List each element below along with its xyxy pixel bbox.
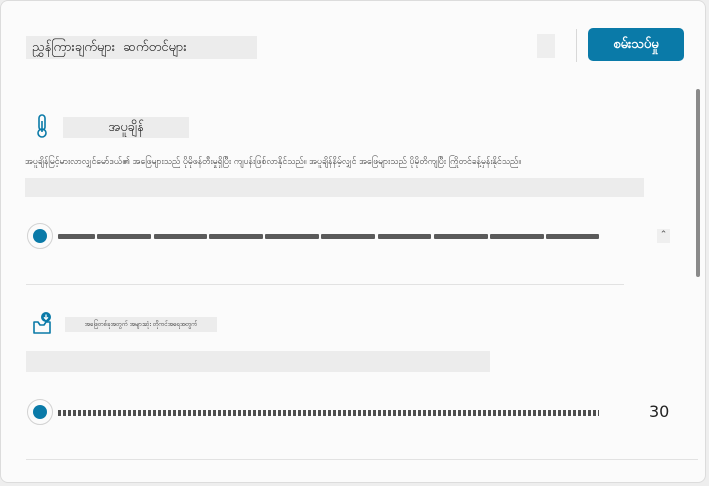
temperature-value-field[interactable]: [25, 178, 644, 197]
header-divider: [576, 29, 577, 62]
temperature-slider-thumb[interactable]: [27, 223, 53, 249]
help-button[interactable]: [537, 34, 555, 58]
test-button[interactable]: စမ်းသပ်မှု: [588, 28, 684, 61]
section-divider-bottom: [26, 459, 698, 460]
max-tokens-slider-track[interactable]: [58, 410, 599, 416]
temperature-slider-track[interactable]: [58, 234, 599, 239]
scrollbar-thumb[interactable]: [696, 89, 700, 277]
thermometer-icon: [37, 114, 47, 138]
temperature-description: အပူချိန်မြင့်မားလာလျှင်မော်ဒယ်၏ အဖြေများ…: [25, 157, 521, 167]
settings-dialog: ညွှန်ကြားချက်များ ⁠ ဆက်တင်များ စမ်းသပ်မှ…: [0, 0, 706, 483]
temperature-title: အပူချိန်: [63, 117, 189, 138]
inbox-download-icon: [33, 312, 51, 334]
max-tokens-slider[interactable]: [27, 399, 603, 429]
max-tokens-slider-thumb[interactable]: [27, 399, 53, 425]
max-tokens-value: 30: [649, 402, 670, 421]
max-tokens-value-field[interactable]: [26, 351, 490, 372]
section-divider: [26, 284, 624, 285]
collapse-button[interactable]: ⌃: [657, 229, 670, 243]
temperature-slider[interactable]: [27, 223, 603, 253]
dialog-title: ညွှန်ကြားချက်များ ⁠ ဆက်တင်များ: [26, 36, 257, 59]
max-tokens-title: အဖြေတစ်ခုအတွက် အများဆုံး တိုကင်အရေအတွက်: [65, 317, 217, 332]
